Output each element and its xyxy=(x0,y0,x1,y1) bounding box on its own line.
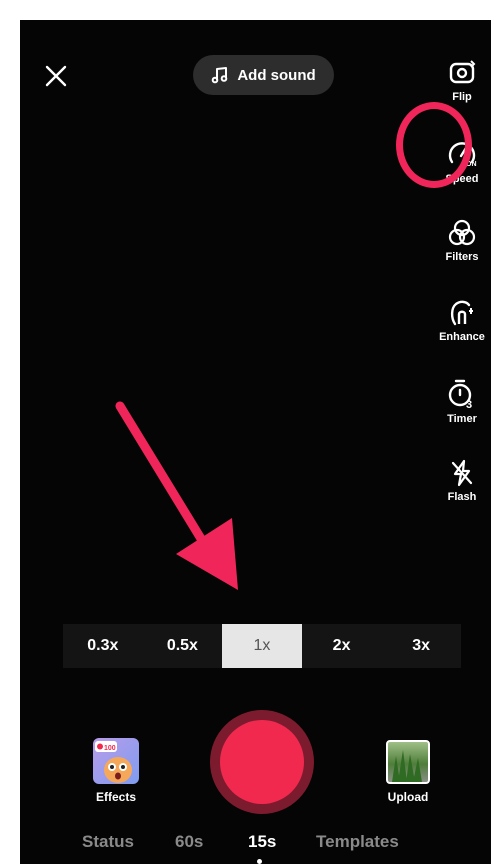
svg-text:100: 100 xyxy=(104,745,116,752)
filters-icon xyxy=(448,219,476,246)
tool-flash[interactable]: Flash xyxy=(433,458,491,528)
gallery-photo-icon xyxy=(392,750,422,782)
flash-off-icon xyxy=(451,459,473,487)
tool-label: Filters xyxy=(445,251,479,263)
tool-label: Flip xyxy=(452,91,472,103)
add-sound-label: Add sound xyxy=(237,66,316,84)
record-button-core xyxy=(220,720,304,804)
speed-option-2x[interactable]: 2x xyxy=(302,624,382,668)
speed-option-1x[interactable]: 1x xyxy=(222,624,302,668)
mode-tab-60s[interactable]: 60s xyxy=(175,832,203,852)
effects-button[interactable]: 100 Effects xyxy=(90,738,142,810)
tool-timer[interactable]: 3 Timer xyxy=(433,378,491,448)
mode-tab-templates[interactable]: Templates xyxy=(316,832,399,852)
mode-tab-status[interactable]: Status xyxy=(82,832,134,852)
tool-label: Flash xyxy=(447,491,477,503)
upload-button[interactable]: Upload xyxy=(382,740,434,812)
effects-face-icon: 100 xyxy=(95,741,132,783)
mode-tab-15s[interactable]: 15s xyxy=(248,832,276,852)
tool-label: Timer xyxy=(447,413,477,425)
tool-enhance[interactable]: Enhance xyxy=(433,298,491,368)
annotation-highlight-circle xyxy=(396,102,472,188)
music-note-icon xyxy=(212,67,228,84)
effects-label: Effects xyxy=(95,790,136,804)
svg-text:3: 3 xyxy=(466,399,472,410)
mode-tabs: Status 60s 15s Templates xyxy=(20,832,491,858)
tool-label: Enhance xyxy=(439,331,485,343)
upload-label: Upload xyxy=(387,790,429,804)
upload-thumbnail xyxy=(386,740,430,784)
effects-thumbnail: 100 xyxy=(93,738,139,784)
speed-option-0.3x[interactable]: 0.3x xyxy=(63,624,143,668)
speed-selector: 0.3x 0.5x 1x 2x 3x xyxy=(63,624,461,668)
speed-option-0.5x[interactable]: 0.5x xyxy=(143,624,223,668)
close-icon xyxy=(45,65,67,87)
flip-camera-icon xyxy=(449,60,476,84)
speed-option-3x[interactable]: 3x xyxy=(381,624,461,668)
timer-icon: 3 xyxy=(448,379,472,410)
record-button[interactable] xyxy=(210,710,314,814)
active-mode-indicator xyxy=(257,859,262,864)
add-sound-button[interactable]: Add sound xyxy=(193,55,334,95)
enhance-icon xyxy=(450,300,473,326)
tool-filters[interactable]: Filters xyxy=(433,218,491,288)
close-button[interactable] xyxy=(42,62,70,90)
